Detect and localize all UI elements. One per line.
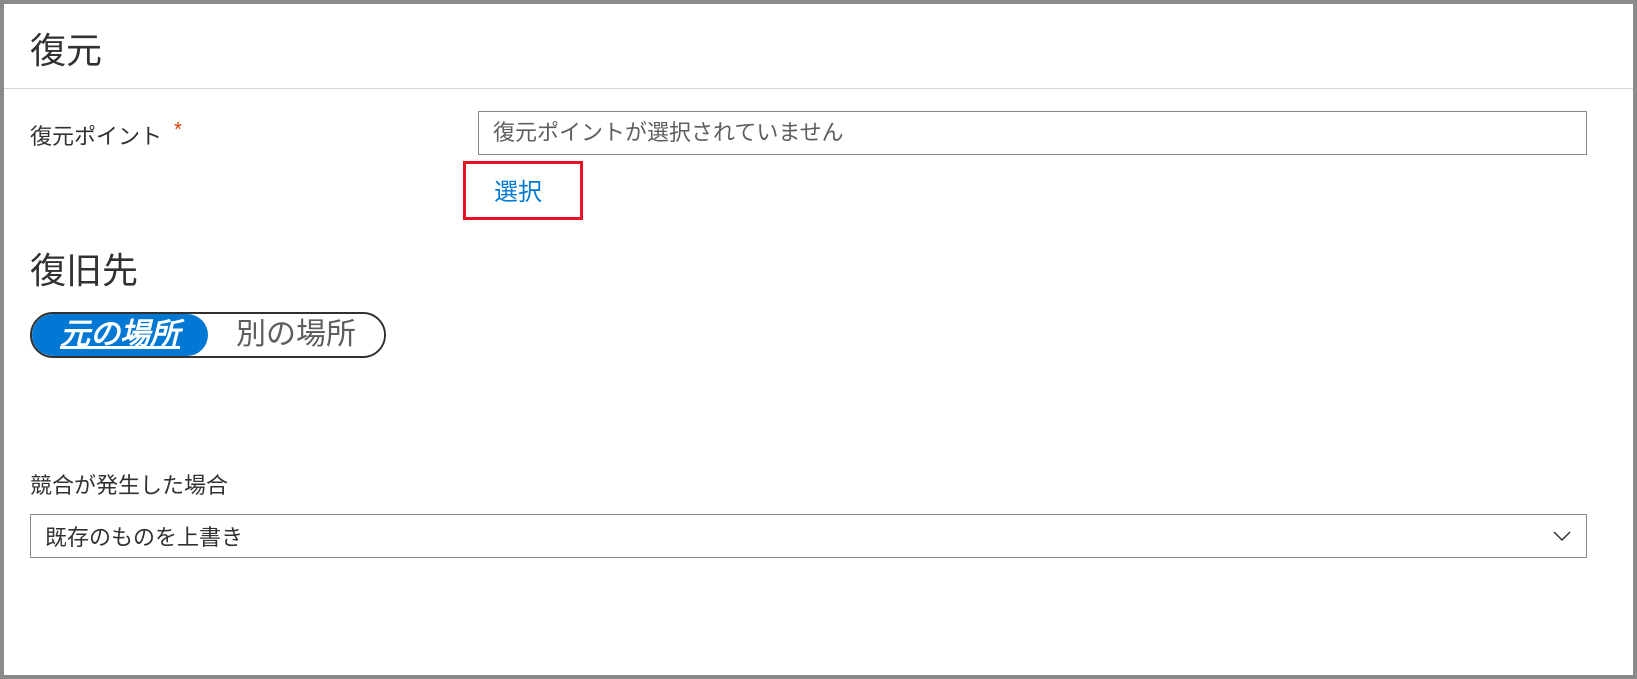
restore-point-label: 復元ポイント *: [30, 111, 478, 151]
restore-point-label-text: 復元ポイント: [30, 124, 162, 149]
conflict-dropdown-value: 既存のものを上書き: [45, 520, 243, 552]
select-link-box: 選択: [463, 161, 583, 220]
select-link-highlight: 選択: [463, 161, 1587, 220]
destination-heading: 復旧先: [30, 242, 1607, 294]
restore-point-input-wrap: 選択: [478, 111, 1607, 220]
restore-point-input[interactable]: [478, 111, 1587, 155]
conflict-section: 競合が発生した場合 既存のものを上書き: [30, 468, 1607, 558]
destination-option-original[interactable]: 元の場所: [32, 314, 208, 356]
select-restore-point-link[interactable]: 選択: [494, 179, 542, 206]
destination-option-alternate[interactable]: 別の場所: [208, 314, 384, 356]
conflict-dropdown[interactable]: 既存のものを上書き: [30, 514, 1587, 558]
restore-point-row: 復元ポイント * 選択: [30, 111, 1607, 220]
required-indicator: *: [174, 119, 182, 141]
panel-header: 復元: [4, 4, 1633, 89]
chevron-down-icon: [1552, 526, 1572, 546]
destination-toggle: 元の場所 別の場所: [30, 312, 386, 358]
conflict-label: 競合が発生した場合: [30, 468, 1607, 500]
restore-panel: 復元 復元ポイント * 選択 復旧先 元の場所 別の場所 競合が発生した場: [0, 0, 1637, 679]
panel-title: 復元: [30, 22, 1607, 74]
panel-content: 復元ポイント * 選択 復旧先 元の場所 別の場所 競合が発生した場合 既存のも…: [4, 89, 1633, 558]
